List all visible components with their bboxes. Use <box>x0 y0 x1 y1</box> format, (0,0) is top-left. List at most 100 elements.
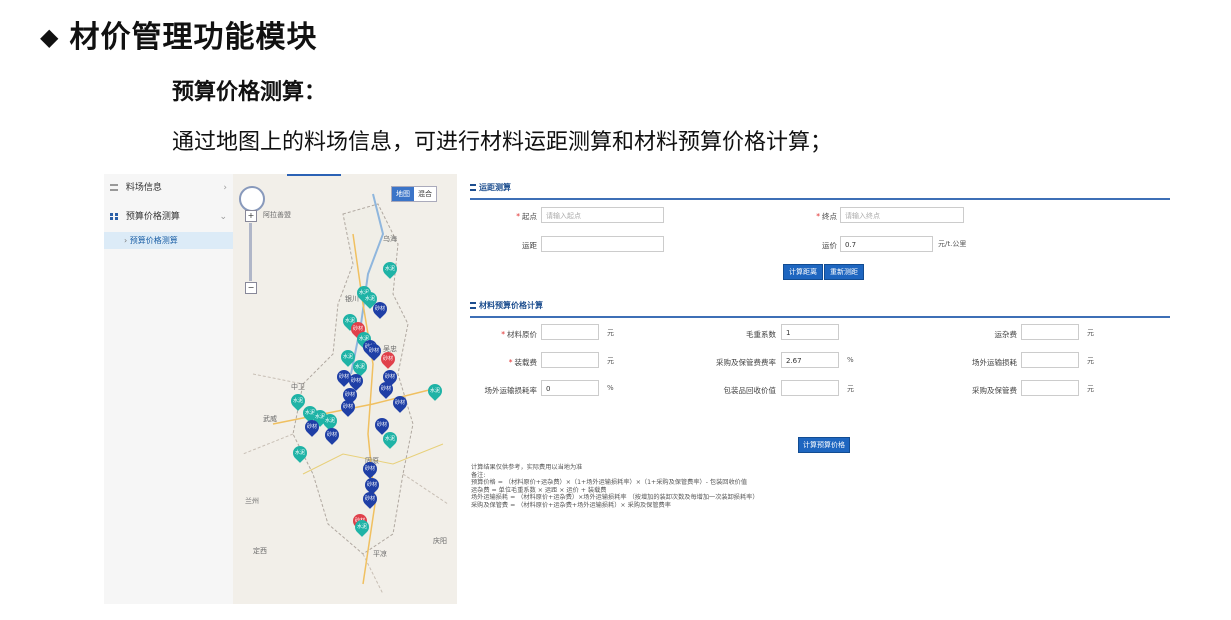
storage-rate-unit: % <box>847 356 854 364</box>
orig-price-input[interactable] <box>541 324 599 340</box>
map-marker-label: 水泥 <box>354 364 365 370</box>
map-marker-icon[interactable]: 砂材 <box>322 425 342 445</box>
note-line: 采购及保管费 = （材料原价+运杂费+场外运输损耗）× 采购及保管费率 <box>471 501 671 509</box>
map-type-hybrid-button[interactable]: 混合 <box>414 187 436 201</box>
budget-section-title: 材料预算价格计算 <box>479 301 543 310</box>
map-marker-icon[interactable]: 砂材 <box>338 397 358 417</box>
app-screenshot: 料场信息 › 预算价格测算 ⌄ › 预算价格测算 + − 地图 混合 阿拉善盟 … <box>104 174 1177 604</box>
map-pan-control-icon[interactable] <box>239 186 265 212</box>
package-input[interactable] <box>781 380 839 396</box>
map-marker-label: 砂材 <box>380 386 391 392</box>
loading-fee-label: * 装载费 <box>508 358 537 367</box>
map-marker-label: 砂材 <box>350 378 361 384</box>
calc-notes: 计算结果仅供参考，实际费用以当地为准 备注: 预算价格 = （材料原价+运杂费）… <box>471 464 759 510</box>
map-marker-icon[interactable]: 砂材 <box>302 417 322 437</box>
storage-fee-label: 采购及保管费 <box>972 386 1017 395</box>
misc-fee-unit: 元 <box>1087 329 1094 337</box>
distance-input[interactable] <box>541 236 664 252</box>
map-marker-label: 水泥 <box>429 388 440 394</box>
map-type-toggle[interactable]: 地图 混合 <box>391 186 437 202</box>
sidebar-item-budget-calc[interactable]: 预算价格测算 ⌄ <box>104 205 233 229</box>
map-marker-icon[interactable]: 砂材 <box>378 349 398 369</box>
outside-loss-rate-unit: % <box>607 384 614 392</box>
map-marker-label: 砂材 <box>366 482 377 488</box>
list-icon <box>110 184 118 191</box>
map-place-label: 庆阳 <box>433 537 447 545</box>
outside-loss-input[interactable] <box>1021 352 1079 368</box>
freight-label: 运价 <box>822 241 837 250</box>
chevron-right-icon: › <box>223 183 227 193</box>
map-marker-icon[interactable]: 砂材 <box>390 393 410 413</box>
misc-fee-label: 运杂费 <box>994 330 1018 339</box>
calc-distance-button[interactable]: 计算距离 <box>783 264 823 280</box>
sidebar: 料场信息 › 预算价格测算 ⌄ › 预算价格测算 <box>104 174 234 604</box>
map-marker-icon[interactable]: 水泥 <box>380 429 400 449</box>
storage-rate-input[interactable]: 2.67 <box>781 352 839 368</box>
map-marker-label: 水泥 <box>356 524 367 530</box>
map-marker-icon[interactable]: 砂材 <box>360 489 380 509</box>
slide-title-text: 材价管理功能模块 <box>69 20 318 55</box>
calc-budget-button[interactable]: 计算预算价格 <box>798 437 850 453</box>
outside-loss-label: 场外运输损耗 <box>972 358 1017 367</box>
end-input[interactable]: 请输入终点 <box>840 207 964 223</box>
zoom-slider-track[interactable] <box>248 223 252 281</box>
map-place-label: 武威 <box>263 415 277 423</box>
sidebar-item-material-yard[interactable]: 料场信息 › <box>104 176 233 200</box>
gross-coef-label: 毛重系数 <box>746 330 776 339</box>
reset-distance-button[interactable]: 重新测距 <box>824 264 864 280</box>
map-marker-label: 砂材 <box>394 400 405 406</box>
zoom-out-icon[interactable]: − <box>245 282 257 294</box>
description-text: 通过地图上的料场信息，可进行材料运距测算和材料预算价格计算； <box>172 130 833 155</box>
grid-icon <box>110 213 118 220</box>
map-marker-icon[interactable]: 水泥 <box>425 381 445 401</box>
loading-fee-input[interactable] <box>541 352 599 368</box>
loading-fee-unit: 元 <box>607 357 614 365</box>
map-marker-icon[interactable]: 水泥 <box>380 259 400 279</box>
slide-title: ◆ 材价管理功能模块 <box>40 12 317 56</box>
package-label: 包装品回收价值 <box>723 386 777 395</box>
map-marker-label: 砂材 <box>368 348 379 354</box>
map-place-label: 乌海 <box>383 235 397 243</box>
freight-unit: 元/t.公里 <box>938 240 967 248</box>
sidebar-item-label: 料场信息 <box>125 183 162 193</box>
distance-section-header: 运距测算 <box>470 178 1170 200</box>
map-place-label: 定西 <box>253 547 267 555</box>
misc-fee-input[interactable] <box>1021 324 1079 340</box>
map-marker-label: 砂材 <box>382 356 393 362</box>
outside-loss-unit: 元 <box>1087 357 1094 365</box>
map-marker-icon[interactable]: 砂材 <box>360 459 380 479</box>
orig-price-unit: 元 <box>607 329 614 337</box>
end-label: * 终点 <box>816 212 837 221</box>
gross-coef-input[interactable]: 1 <box>781 324 839 340</box>
list-icon <box>470 302 476 309</box>
budget-section-header: 材料预算价格计算 <box>470 296 1170 318</box>
map-place-label: 平凉 <box>373 550 387 558</box>
section-subtitle: 预算价格测算： <box>172 80 327 105</box>
freight-input[interactable]: 0.7 <box>840 236 933 252</box>
zoom-in-icon[interactable]: + <box>245 210 257 222</box>
outside-loss-rate-input[interactable]: 0 <box>541 380 599 396</box>
map-view[interactable]: + − 地图 混合 阿拉善盟 乌海 银川 吴忠 固原 平凉 定西 庆阳 中卫 武… <box>233 174 457 604</box>
note-line: 场外运输损耗 = （材料原价+运杂费）×场外运输损耗率 （按增加的装卸次数及每增… <box>471 494 759 502</box>
bullet-arrow-icon: › <box>124 236 128 245</box>
map-marker-icon[interactable]: 砂材 <box>370 299 390 319</box>
map-marker-label: 水泥 <box>324 418 335 424</box>
start-input[interactable]: 请输入起点 <box>541 207 664 223</box>
diamond-bullet-icon: ◆ <box>40 23 60 51</box>
distance-label: 运距 <box>522 241 537 250</box>
map-marker-label: 砂材 <box>326 432 337 438</box>
map-type-map-button[interactable]: 地图 <box>392 187 414 201</box>
map-zoom-control[interactable]: + − <box>245 210 257 294</box>
map-place-label: 兰州 <box>245 497 259 505</box>
map-marker-icon[interactable]: 水泥 <box>290 443 310 463</box>
map-marker-icon[interactable]: 水泥 <box>352 517 372 537</box>
sidebar-subitem-label: 预算价格测算 <box>129 236 178 245</box>
map-marker-label: 砂材 <box>306 424 317 430</box>
map-place-label: 阿拉善盟 <box>263 211 291 219</box>
sidebar-subitem-budget-calc[interactable]: › 预算价格测算 <box>104 232 233 249</box>
map-marker-label: 水泥 <box>384 266 395 272</box>
map-marker-label: 砂材 <box>342 404 353 410</box>
map-marker-label: 水泥 <box>384 436 395 442</box>
storage-fee-input[interactable] <box>1021 380 1079 396</box>
package-unit: 元 <box>847 385 854 393</box>
